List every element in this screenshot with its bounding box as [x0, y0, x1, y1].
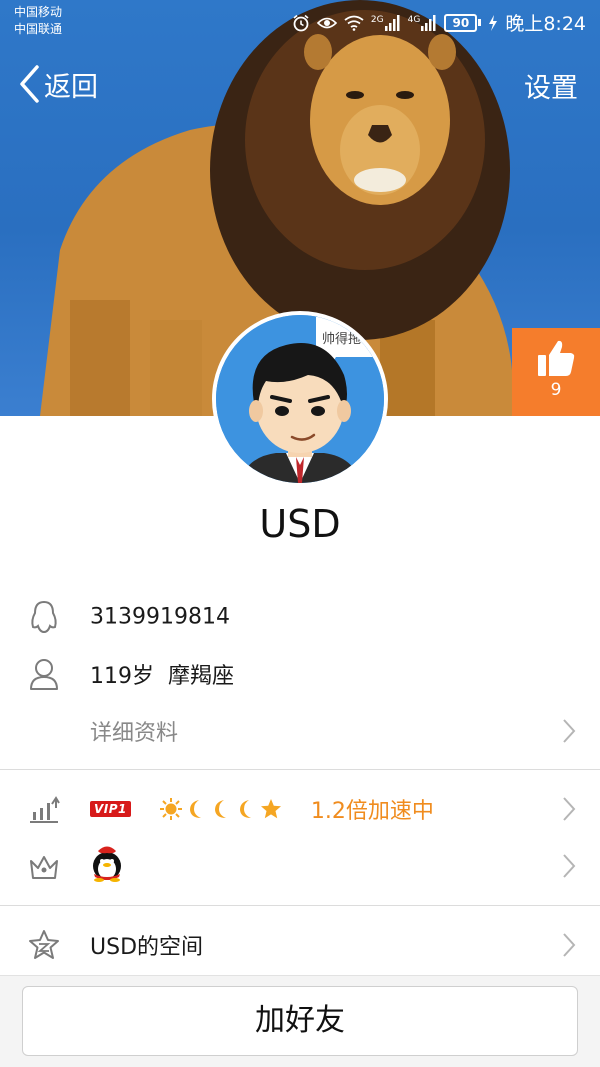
crown-icon — [26, 848, 62, 884]
moon-icon — [214, 800, 226, 818]
level-info: VIP1 1.2倍加速中 — [90, 793, 434, 825]
system-icons: 2G 4G 90 晚上8:24 — [292, 9, 586, 36]
signal-bars-icon — [384, 14, 400, 31]
qq-number: 3139919814 — [90, 604, 230, 630]
carrier-info: 中国移动 中国联通 — [14, 4, 62, 38]
carrier-1: 中国移动 — [14, 5, 63, 19]
clock: 晚上8:24 — [505, 13, 586, 35]
chevron-right-icon — [563, 933, 576, 957]
level-chart-icon — [26, 791, 62, 827]
user-icon — [26, 656, 62, 692]
divider — [0, 769, 600, 770]
moon-icon — [239, 800, 251, 818]
qq-penguin-badge — [90, 844, 124, 888]
qzone-label: USD的空间 — [90, 935, 204, 960]
sun-icon — [159, 798, 182, 820]
level-icons — [159, 798, 282, 820]
speed-text: 1.2倍加速中 — [310, 799, 434, 824]
battery-level: 90 — [444, 13, 478, 32]
network-type-1: 2G — [370, 14, 384, 25]
profile-name: USD — [259, 502, 341, 546]
chevron-left-icon — [20, 65, 39, 103]
add-friend-button[interactable]: 加好友 — [22, 986, 578, 1056]
age-row: 119岁 摩羯座 — [0, 647, 600, 701]
thumbs-up-icon — [538, 340, 575, 376]
avatar[interactable]: 帅得拖 — [212, 311, 388, 487]
signal-1: 2G — [370, 14, 401, 31]
carrier-2: 中国联通 — [14, 22, 63, 36]
chevron-right-icon — [563, 719, 576, 743]
details-row[interactable]: 详细资料 — [0, 704, 600, 758]
back-button[interactable]: 返回 — [18, 64, 98, 104]
status-bar: 中国移动 中国联通 2G 4G 90 晚上8:24 — [0, 0, 600, 42]
chevron-right-icon — [563, 854, 576, 878]
network-type-2: 4G — [407, 14, 421, 25]
charging-icon — [489, 14, 498, 31]
zodiac: 摩羯座 — [168, 664, 235, 689]
age-zodiac: 119岁 摩羯座 — [90, 658, 234, 690]
qzone-star-icon — [26, 927, 62, 963]
divider — [0, 905, 600, 906]
moon-icon — [189, 800, 201, 818]
bottom-action-bar: 加好友 — [0, 975, 600, 1067]
like-count: 9 — [550, 380, 562, 400]
avatar-bubble-text: 帅得拖 — [322, 331, 361, 347]
details-label: 详细资料 — [90, 721, 179, 746]
vip-badge: VIP1 — [90, 801, 131, 817]
star-icon — [260, 799, 281, 819]
privilege-row[interactable] — [0, 839, 600, 893]
signal-bars-icon — [421, 14, 436, 31]
qq-number-row: 3139919814 — [0, 590, 600, 644]
eye-icon — [316, 17, 337, 28]
wifi-icon — [344, 15, 364, 31]
level-row[interactable]: VIP1 1.2倍加速中 — [0, 782, 600, 836]
back-label: 返回 — [44, 71, 98, 103]
chevron-right-icon — [563, 797, 576, 821]
age: 119岁 — [90, 664, 154, 689]
like-button[interactable]: 9 — [512, 328, 600, 416]
penguin-icon — [26, 599, 62, 635]
cartoon-avatar-image: 帅得拖 — [216, 315, 384, 483]
qzone-row[interactable]: USD的空间 — [0, 918, 600, 972]
qq-penguin-icon — [93, 846, 121, 882]
top-nav: 返回 设置 — [0, 60, 600, 108]
alarm-icon — [293, 14, 309, 31]
signal-2: 4G — [407, 14, 438, 31]
battery-indicator: 90 — [444, 13, 482, 32]
settings-button[interactable]: 设置 — [524, 66, 578, 105]
